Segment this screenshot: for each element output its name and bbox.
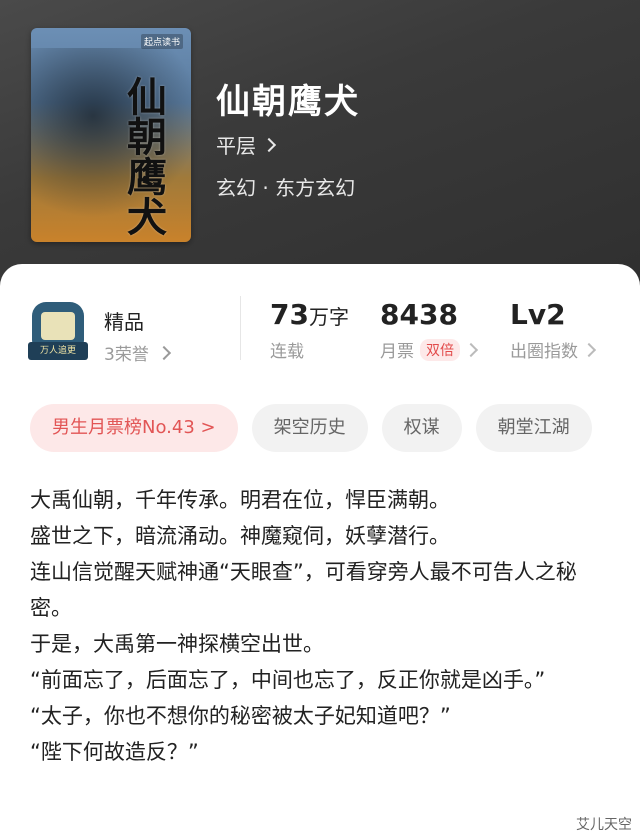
description-line: 盛世之下，暗流涌动。神魔窥伺，妖孽潜行。	[30, 524, 450, 548]
honors-link[interactable]: 3荣誉	[104, 340, 171, 365]
author-link[interactable]: 平层	[216, 130, 277, 159]
description-line: 大禹仙朝，千年传承。明君在位，悍臣满朝。	[30, 488, 450, 512]
description-line: “前面忘了，后面忘了，中间也忘了，反正你就是凶手。”	[30, 668, 546, 692]
tag-list: 男生月票榜No.43 > 架空历史 权谋 朝堂江湖	[30, 404, 592, 452]
influence-level: Lv2	[510, 298, 566, 331]
word-count-value: 73	[270, 298, 309, 331]
quality-medal-icon: 万人追更	[28, 302, 88, 366]
book-genre: 玄幻 · 东方玄幻	[216, 176, 356, 200]
description-line: “陛下何故造反？”	[30, 740, 199, 764]
description-line: 连山信觉醒天赋神通“天眼查”，可看穿旁人最不可告人之秘密。	[30, 560, 577, 620]
divider	[240, 296, 241, 360]
honors-count: 3荣誉	[104, 345, 149, 365]
chevron-right-icon	[156, 345, 171, 360]
description-line: 于是，大禹第一神探横空出世。	[30, 632, 324, 656]
author-name: 平层	[216, 134, 256, 158]
stat-word-count: 73万字 连载	[270, 298, 349, 362]
quality-label: 精品	[104, 310, 144, 334]
tag-item[interactable]: 权谋	[381, 404, 462, 452]
chevron-right-icon	[581, 342, 597, 357]
stat-influence-index[interactable]: Lv2 出圈指数	[510, 298, 597, 362]
cover-title-art: 仙朝鹰犬	[120, 76, 167, 236]
chevron-right-icon	[463, 342, 479, 357]
book-header: 起点读书 仙朝鹰犬 仙朝鹰犬 平层 玄幻 · 东方玄幻	[0, 0, 640, 300]
monthly-ticket-label: 月票	[380, 342, 414, 362]
double-badge: 双倍	[420, 338, 460, 361]
medal-text: 万人追更	[28, 342, 88, 360]
monthly-ticket-value: 8438	[380, 298, 458, 331]
book-title: 仙朝鹰犬	[216, 82, 360, 122]
watermark: 艾儿天空	[576, 817, 632, 833]
stat-monthly-ticket[interactable]: 8438 月票 双倍	[380, 298, 479, 362]
word-count-unit: 万字	[308, 305, 349, 329]
influence-label: 出圈指数	[510, 342, 578, 362]
book-cover[interactable]: 起点读书 仙朝鹰犬	[31, 28, 191, 242]
book-description: 大禹仙朝，千年传承。明君在位，悍臣满朝。 盛世之下，暗流涌动。神魔窥伺，妖孽潜行…	[30, 482, 615, 770]
cover-publisher-badge: 起点读书	[140, 34, 183, 49]
chevron-right-icon	[261, 137, 277, 152]
tag-item[interactable]: 朝堂江湖	[475, 404, 592, 452]
detail-sheet: 万人追更 精品 3荣誉 73万字 连载 8438 月票 双倍 Lv2 出圈指数 …	[0, 264, 640, 840]
tag-item[interactable]: 架空历史	[251, 404, 368, 452]
word-count-label: 连载	[270, 342, 304, 362]
description-line: “太子，你也不想你的秘密被太子妃知道吧？”	[30, 704, 451, 728]
tag-rank[interactable]: 男生月票榜No.43 >	[30, 404, 238, 452]
